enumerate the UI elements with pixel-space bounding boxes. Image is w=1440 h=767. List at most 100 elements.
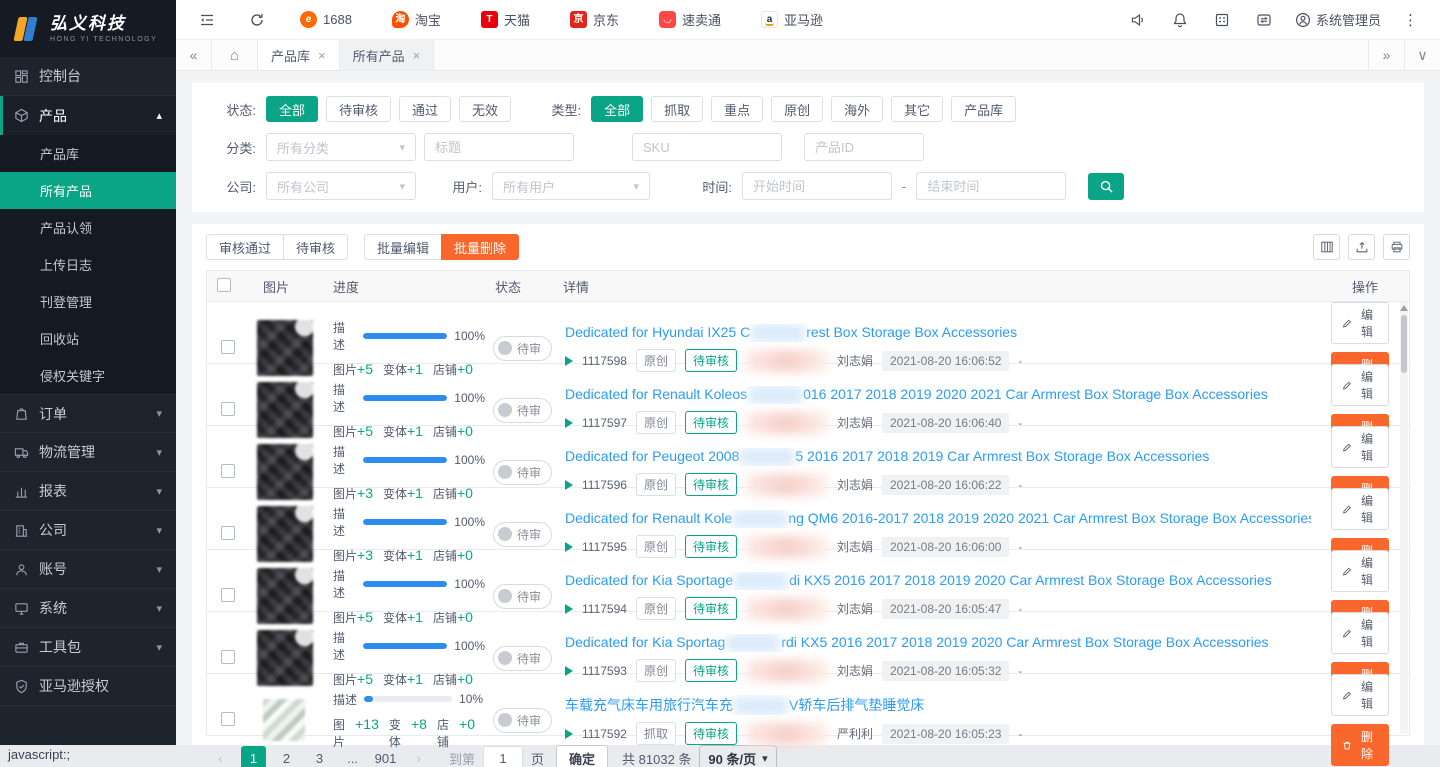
sidebar-item-amazon-authorization[interactable]: 亚马逊授权 [0,667,176,706]
table-scrollbar[interactable] [1400,302,1408,734]
sidebar-item-infringing-keywords[interactable]: 侵权关键字 [0,357,176,394]
product-title-link[interactable]: Dedicated for Peugeot 20085 2016 2017 20… [565,448,1311,466]
sidebar-item-dashboard[interactable]: 控制台 [0,57,176,96]
per-page-select[interactable]: 90 条/页 ▾ [699,745,776,767]
expand-play-icon[interactable] [565,604,573,614]
apps-grid-icon[interactable] [1205,12,1239,28]
approve-button[interactable]: 审核通过 [206,234,284,260]
sidebar-item-product-library[interactable]: 产品库 [0,135,176,172]
sidebar-item-system[interactable]: 系统 ▾ [0,589,176,628]
sku-input[interactable] [632,133,782,161]
product-title-link[interactable]: Dedicated for Kia Sportagrdi KX5 2016 20… [565,634,1311,652]
scroll-tabs-left-icon[interactable]: « [176,40,212,70]
type-filter-key[interactable]: 重点 [711,96,763,122]
scroll-up-icon[interactable] [1400,305,1408,311]
notification-bell-icon[interactable] [1163,12,1197,28]
product-title-link[interactable]: Dedicated for Renault Koleos016 2017 201… [565,386,1311,404]
sidebar-item-product-claim[interactable]: 产品认领 [0,209,176,246]
refresh-icon[interactable] [240,12,274,28]
product-title-link[interactable]: Dedicated for Renault Koleng QM6 2016-20… [565,510,1311,528]
sidebar-item-listing-management[interactable]: 刊登管理 [0,283,176,320]
row-checkbox[interactable] [221,712,235,726]
collapse-sidebar-icon[interactable] [190,12,224,28]
end-time-input[interactable] [916,172,1066,200]
status-filter-approved[interactable]: 通过 [399,96,451,122]
print-button[interactable] [1383,234,1410,260]
delete-button[interactable]: 删除 [1331,724,1389,766]
close-tab-icon[interactable]: × [413,48,421,63]
more-menu-icon[interactable]: ⋮ [1395,11,1426,29]
close-tab-icon[interactable]: × [318,48,326,63]
edit-button[interactable]: 编辑 [1331,488,1389,530]
logo[interactable]: 弘义科技 HONG YI TECHNOLOGY [0,0,176,57]
tabs-menu-icon[interactable]: ∨ [1404,40,1440,70]
type-filter-other[interactable]: 其它 [891,96,943,122]
tab-all-products[interactable]: 所有产品 × [340,40,435,70]
edit-button[interactable]: 编辑 [1331,612,1389,654]
type-filter-original[interactable]: 原创 [771,96,823,122]
expand-play-icon[interactable] [565,480,573,490]
row-checkbox[interactable] [221,402,235,416]
confirm-page-button[interactable]: 确定 [556,745,608,767]
marketplace-1688[interactable]: e1688 [300,11,352,28]
type-filter-overseas[interactable]: 海外 [831,96,883,122]
row-checkbox[interactable] [221,464,235,478]
product-image[interactable] [257,506,313,562]
edit-button[interactable]: 编辑 [1331,364,1389,406]
edit-button[interactable]: 编辑 [1331,550,1389,592]
expand-play-icon[interactable] [565,542,573,552]
type-filter-scraped[interactable]: 抓取 [651,96,703,122]
select-all-checkbox[interactable] [217,278,231,292]
edit-button[interactable]: 编辑 [1331,302,1389,344]
expand-play-icon[interactable] [565,418,573,428]
sidebar-item-accounts[interactable]: 账号 ▾ [0,550,176,589]
product-id-input[interactable] [804,133,924,161]
user-select[interactable]: 所有用户▾ [492,172,650,200]
export-button[interactable] [1348,234,1375,260]
scroll-tabs-right-icon[interactable]: » [1368,40,1404,70]
product-title-link[interactable]: Dedicated for Kia Sportagedi KX5 2016 20… [565,572,1311,590]
set-pending-button[interactable]: 待审核 [283,234,348,260]
prev-page-icon[interactable]: ‹ [208,746,233,767]
row-checkbox[interactable] [221,650,235,664]
home-tab[interactable]: ⌂ [212,40,258,70]
product-image[interactable] [263,699,305,741]
switch-accounts-icon[interactable] [1247,12,1281,28]
batch-edit-button[interactable]: 批量编辑 [364,234,442,260]
start-time-input[interactable] [742,172,892,200]
marketplace-tmall[interactable]: T天猫 [481,10,530,29]
marketplace-taobao[interactable]: 淘淘宝 [392,10,441,29]
sidebar-item-recycle-bin[interactable]: 回收站 [0,320,176,357]
announcement-icon[interactable] [1121,12,1155,28]
sidebar-item-toolbox[interactable]: 工具包 ▾ [0,628,176,667]
tab-product-library[interactable]: 产品库 × [258,40,340,70]
row-checkbox[interactable] [221,340,235,354]
expand-play-icon[interactable] [565,666,573,676]
product-image[interactable] [257,568,313,624]
user-menu[interactable]: 系统管理员 [1289,10,1387,29]
edit-button[interactable]: 编辑 [1331,426,1389,468]
type-filter-library[interactable]: 产品库 [951,96,1016,122]
goto-page-input[interactable] [483,746,523,767]
title-input[interactable] [424,133,574,161]
category-select[interactable]: 所有分类▾ [266,133,416,161]
product-image[interactable] [257,382,313,438]
marketplace-jd[interactable]: 京京东 [570,10,619,29]
product-image[interactable] [257,630,313,686]
product-image[interactable] [257,444,313,500]
sidebar-item-products[interactable]: 产品 ▴ [0,96,176,135]
edit-button[interactable]: 编辑 [1331,674,1389,716]
scrollbar-thumb[interactable] [1401,315,1407,373]
product-title-link[interactable]: 车载充气床车用旅行汽车充V轿车后排气垫睡觉床 [565,695,1311,715]
company-select[interactable]: 所有公司▾ [266,172,416,200]
row-checkbox[interactable] [221,588,235,602]
batch-delete-button[interactable]: 批量删除 [441,234,519,260]
product-image[interactable] [257,320,313,376]
expand-play-icon[interactable] [565,729,573,739]
sidebar-item-company[interactable]: 公司 ▾ [0,511,176,550]
type-filter-all[interactable]: 全部 [591,96,643,122]
marketplace-aliexpress[interactable]: ◡速卖通 [659,10,721,29]
marketplace-amazon[interactable]: a亚马逊 [761,10,823,29]
row-checkbox[interactable] [221,526,235,540]
sidebar-item-all-products[interactable]: 所有产品 [0,172,176,209]
